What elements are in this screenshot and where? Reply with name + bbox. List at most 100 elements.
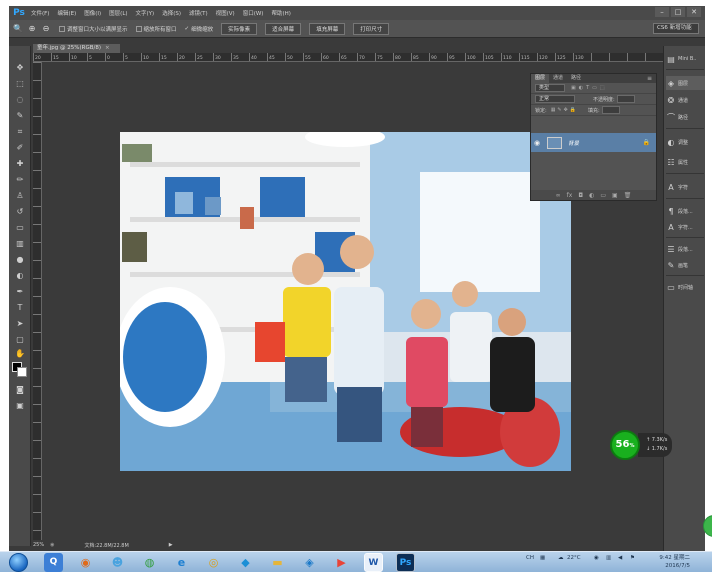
document-tab[interactable]: 童年.jpg @ 25%(RGB/8) × [33,44,120,53]
mask-icon[interactable]: ◘ [578,192,583,199]
menu-select[interactable]: 选择(S) [158,9,185,17]
dock-paragraph[interactable]: ☰ 段落... [666,242,705,256]
scrubby-zoom-checkbox[interactable]: ✓ 细微缩放 [185,25,214,33]
eyedropper-tool-icon[interactable]: ✐ [14,142,26,154]
lasso-tool-icon[interactable]: ◌ [14,94,26,106]
menu-layer[interactable]: 图层(L) [105,9,131,17]
close-tab-icon[interactable]: × [105,45,110,51]
actual-pixels-button[interactable]: 实际像素 [221,22,258,35]
print-size-button[interactable]: 打印尺寸 [353,22,390,35]
weather-icon[interactable]: ☁ [558,555,564,561]
menu-window[interactable]: 窗口(W) [239,9,268,17]
dock-paths[interactable]: ⌒ 路径 [666,110,705,124]
menu-image[interactable]: 图像(I) [80,9,105,17]
brush-tool-icon[interactable]: ✏ [14,174,26,186]
path-select-tool-icon[interactable]: ➤ [14,318,26,330]
dock-layers[interactable]: ◈ 图层 [666,76,705,90]
trash-icon[interactable]: 🗑 [624,192,632,199]
resize-windows-checkbox[interactable]: 调整窗口大小以满屏显示 [59,25,128,33]
keyboard-icon[interactable]: ▦ [540,555,545,561]
type-tool-icon[interactable]: T [14,302,26,314]
zoom-in-icon[interactable]: ⊕ [27,24,37,34]
hand-tool-icon[interactable]: ✋ [14,348,26,360]
blend-mode-select[interactable]: 正常 [535,95,575,103]
background-color-swatch[interactable] [17,367,27,377]
dock-paragraph-styles[interactable]: ¶ 段落... [666,204,705,218]
shape-tool-icon[interactable]: ▢ [14,334,26,346]
tab-paths[interactable]: 路径 [567,74,585,83]
dodge-tool-icon[interactable]: ◐ [14,270,26,282]
fit-screen-button[interactable]: 适合屏幕 [265,22,302,35]
zoom-all-checkbox[interactable]: 缩放所有窗口 [135,25,177,33]
quick-select-tool-icon[interactable]: ✎ [14,110,26,122]
eraser-tool-icon[interactable]: ▭ [14,222,26,234]
lock-icons[interactable]: ▦✎✥🔒 [551,107,578,113]
close-button[interactable]: ✕ [687,7,701,17]
zoom-out-icon[interactable]: ⊖ [41,24,51,34]
thunder-icon[interactable]: ◈ [300,553,319,572]
fill-field[interactable] [601,106,620,114]
history-brush-tool-icon[interactable]: ↺ [14,206,26,218]
layer-row-background[interactable]: ◉ 背景 🔒 [531,133,656,152]
marquee-tool-icon[interactable]: ⬚ [14,78,26,90]
opacity-field[interactable] [616,95,635,103]
maximize-button[interactable]: □ [671,7,685,17]
crop-tool-icon[interactable]: ⌗ [14,126,26,138]
dock-timeline[interactable]: ▭ 时间轴 [666,280,705,294]
start-button[interactable] [9,553,28,572]
dock-properties[interactable]: ☷ 属性 [666,155,705,169]
volume-icon[interactable]: ◀ [618,555,622,561]
photoshop-taskbar-icon[interactable]: Ps [396,553,415,572]
qq-icon[interactable]: ☻ [108,553,127,572]
zoom-tool-icon[interactable]: 🔍 [13,24,23,34]
eye-icon[interactable]: ◉ [534,139,544,147]
dock-brush[interactable]: ✎ 画笔 [666,258,705,272]
minimize-button[interactable]: – [655,7,669,17]
bird-icon[interactable]: ◆ [236,553,255,572]
status-arrow-icon[interactable]: ▶ [169,542,173,548]
menu-help[interactable]: 帮助(H) [267,9,294,17]
360-icon[interactable]: ◍ [140,553,159,572]
network-icon[interactable]: ▥ [606,555,611,561]
move-tool-icon[interactable]: ✥ [14,62,26,74]
pen-tool-icon[interactable]: ✒ [14,286,26,298]
network-monitor-widget[interactable]: ↑ 7.3K/s ↓ 1.7K/s 56% [610,430,674,460]
link-icon[interactable]: ∞ [556,192,561,199]
panel-menu-icon[interactable]: ≡ [647,75,652,82]
shield-icon[interactable]: ◉ [594,555,599,561]
new-layer-icon[interactable]: ▣ [612,192,618,199]
system-clock[interactable]: 9:42 星期二 2016/7/5 [659,554,690,570]
workspace-select[interactable]: CS6 新增功能 [653,23,699,34]
canvas-photo[interactable] [120,132,571,471]
menu-filter[interactable]: 滤镜(T) [185,9,212,17]
search-icon[interactable]: Q [44,553,63,572]
mini-bridge-panel[interactable]: ▤ Mini B.. [666,52,705,66]
clone-stamp-tool-icon[interactable]: ♙ [14,190,26,202]
folder-icon[interactable]: ▬ [268,553,287,572]
gradient-tool-icon[interactable]: ▥ [14,238,26,250]
fill-screen-button[interactable]: 填充屏幕 [309,22,346,35]
menu-type[interactable]: 文字(Y) [132,9,159,17]
dock-character[interactable]: A 字符 [666,180,705,194]
filter-icons[interactable]: ▣◐T▭⬚ [571,85,608,91]
adjustment-icon[interactable]: ◐ [589,192,594,199]
flag-icon[interactable]: ⚑ [630,555,635,561]
dock-character-styles[interactable]: A 字符... [666,220,705,234]
menu-edit[interactable]: 编辑(E) [53,9,80,17]
tab-channels[interactable]: 通道 [549,74,567,83]
dock-adjustments[interactable]: ◐ 调整 [666,135,705,149]
word-icon[interactable]: W [364,553,383,572]
layer-filter-select[interactable]: 类型 [535,84,565,92]
menu-file[interactable]: 文件(F) [27,9,53,17]
group-icon[interactable]: ▭ [600,192,606,199]
screen-mode-icon[interactable]: ▣ [14,400,26,412]
chrome-icon[interactable]: ◎ [204,553,223,572]
quick-mask-icon[interactable]: ◙ [14,384,26,396]
input-language[interactable]: CH [526,555,534,561]
menu-view[interactable]: 视图(V) [212,9,239,17]
fx-icon[interactable]: fx [567,192,573,199]
media-player-icon[interactable]: ◉ [76,553,95,572]
tab-layers[interactable]: 图层 [531,74,550,83]
zoom-level[interactable]: 25% [33,542,44,548]
player-icon[interactable]: ▶ [332,553,351,572]
